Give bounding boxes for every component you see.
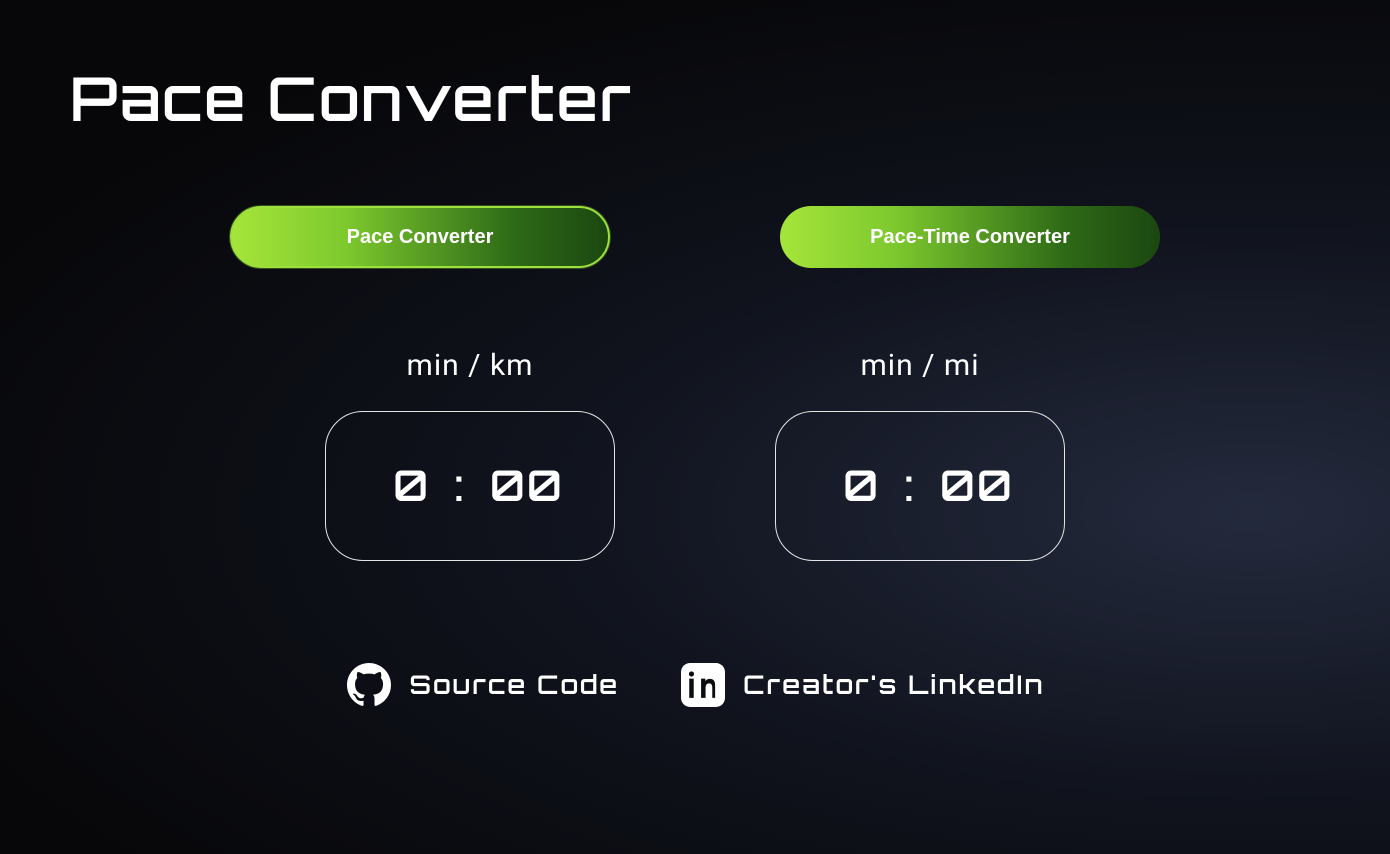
min-per-mi-box: : (775, 411, 1065, 561)
min-per-km-label: min / km (407, 348, 534, 383)
page-title: Pace Converter (0, 0, 1390, 136)
linkedin-link[interactable]: Creator's LinkedIn (679, 661, 1044, 709)
github-icon (345, 661, 393, 709)
km-seconds-input[interactable] (490, 460, 560, 512)
source-code-label: Source Code (409, 669, 619, 701)
footer: Source Code Creator's LinkedIn (0, 661, 1390, 709)
linkedin-icon (679, 661, 727, 709)
km-minutes-input[interactable] (380, 460, 430, 512)
inputs-row: min / km : min / mi : (0, 348, 1390, 561)
time-separator: : (904, 460, 916, 512)
min-per-mi-group: min / mi : (775, 348, 1065, 561)
source-code-link[interactable]: Source Code (345, 661, 619, 709)
mi-minutes-input[interactable] (830, 460, 880, 512)
tab-bar: Pace Converter Pace-Time Converter (0, 206, 1390, 268)
tab-pace-converter[interactable]: Pace Converter (230, 206, 610, 268)
mi-seconds-input[interactable] (940, 460, 1010, 512)
tab-pace-time-converter[interactable]: Pace-Time Converter (780, 206, 1160, 268)
linkedin-label: Creator's LinkedIn (743, 669, 1044, 701)
min-per-km-group: min / km : (325, 348, 615, 561)
min-per-mi-label: min / mi (860, 348, 979, 383)
min-per-km-box: : (325, 411, 615, 561)
time-separator: : (454, 460, 466, 512)
